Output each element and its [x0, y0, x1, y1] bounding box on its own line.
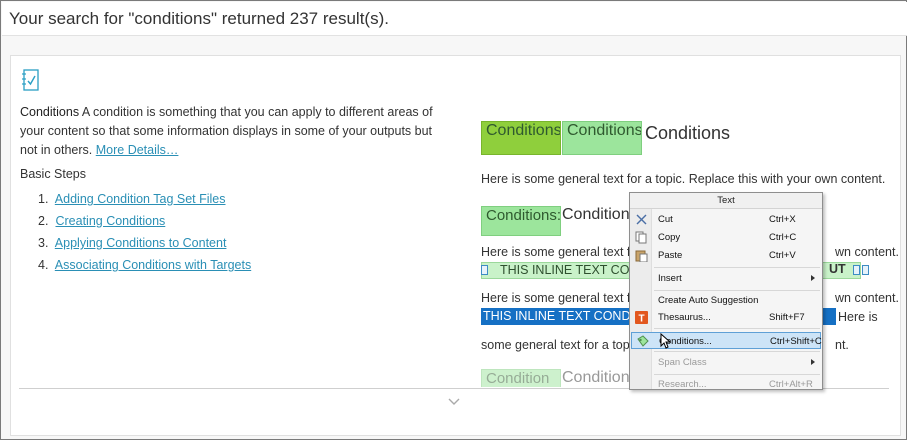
menu-item-shortcut: Shift+F7	[769, 312, 805, 323]
mouse-pointer-icon	[660, 333, 672, 349]
basic-steps-heading: Basic Steps	[20, 167, 87, 181]
condition-block-tag: Conditions:chara	[481, 206, 561, 236]
search-summary-text: Your search for "conditions" returned 23…	[9, 9, 389, 28]
menu-separator	[654, 267, 820, 268]
chevron-down-icon[interactable]	[447, 397, 461, 407]
step-link[interactable]: Associating Conditions with Targets	[55, 258, 251, 272]
menu-item-copy[interactable]: Copy Ctrl+C	[631, 229, 821, 246]
step-number: 1.	[38, 192, 49, 206]
menu-item-shortcut: Ctrl+Alt+R	[769, 379, 813, 390]
step-number: 2.	[38, 214, 49, 228]
inline-condition-label: THIS INLINE TEXT CON	[500, 263, 639, 277]
paste-icon	[635, 250, 648, 262]
preview-paragraph: wn content.	[835, 291, 899, 305]
search-results-window: Your search for "conditions" returned 23…	[0, 0, 907, 440]
more-details-link[interactable]: More Details…	[96, 143, 179, 157]
preview-paragraph: Here is	[838, 310, 878, 324]
menu-item-shortcut: Ctrl+V	[769, 250, 796, 261]
conditions-icon	[637, 335, 649, 347]
menu-item-shortcut: Ctrl+Shift+C	[770, 336, 822, 347]
menu-item-shortcut: Ctrl+C	[769, 232, 797, 243]
submenu-arrow-icon	[811, 359, 815, 365]
result-description: Conditions A condition is something that…	[20, 103, 450, 160]
menu-separator	[654, 290, 820, 291]
menu-separator	[654, 351, 820, 352]
text-context-menu: Text Cut Ctrl+X Copy Ctrl+C Paste Ctrl+V…	[629, 192, 823, 390]
menu-item-thesaurus[interactable]: T Thesaurus... Shift+F7	[631, 309, 821, 326]
menu-item-label: Paste	[658, 250, 683, 261]
result-term: Conditions	[20, 105, 80, 119]
thesaurus-icon: T	[635, 311, 648, 324]
menu-item-research[interactable]: Research... Ctrl+Alt+R	[631, 376, 821, 390]
preview-paragraph: Here is some general text for a topic. R…	[481, 172, 886, 186]
preview-heading: Conditione	[562, 206, 639, 223]
selected-text-label: THIS INLINE TEXT CONDI	[483, 309, 634, 323]
condition-block-tag: Condition	[481, 369, 561, 387]
menu-item-label: Span Class	[658, 357, 707, 368]
step-number: 4.	[38, 258, 49, 272]
menu-item-paste[interactable]: Paste Ctrl+V	[631, 247, 821, 264]
preview-heading: Conditions	[645, 123, 731, 143]
menu-item-label: Insert	[658, 273, 682, 284]
step-number: 3.	[38, 236, 49, 250]
menu-item-create-auto-suggestion[interactable]: Create Auto Suggestion	[631, 292, 821, 309]
step-link[interactable]: Adding Condition Tag Set Files	[55, 192, 226, 206]
condition-tag-marker	[862, 265, 869, 275]
preview-paragraph: some general text for a topic	[481, 338, 639, 352]
copy-icon	[635, 231, 647, 244]
menu-item-label: Research...	[658, 379, 707, 390]
menu-item-label: Create Auto Suggestion	[658, 295, 759, 306]
submenu-arrow-icon	[811, 275, 815, 281]
list-item: 4. Associating Conditions with Targets	[38, 254, 251, 276]
menu-item-cut[interactable]: Cut Ctrl+X	[631, 211, 821, 228]
topic-checklist-icon	[22, 69, 39, 91]
menu-item-span-class[interactable]: Span Class	[631, 354, 821, 371]
search-summary-bar: Your search for "conditions" returned 23…	[2, 2, 907, 36]
list-item: 3. Applying Conditions to Content	[38, 232, 251, 254]
context-menu-title: Text	[630, 193, 822, 209]
condition-tag-marker	[853, 265, 860, 275]
svg-text:T: T	[638, 314, 644, 325]
menu-item-label: Copy	[658, 232, 681, 243]
inline-condition-end: UT	[829, 262, 846, 276]
preview-paragraph: wn content.	[835, 245, 899, 259]
preview-paragraph: nt.	[835, 338, 849, 352]
menu-item-insert[interactable]: Insert	[631, 270, 821, 287]
condition-block-tag: ConditionsBlo	[481, 121, 561, 155]
menu-item-label: Cut	[658, 214, 673, 225]
condition-tag-marker	[481, 265, 488, 275]
step-link[interactable]: Applying Conditions to Content	[55, 236, 227, 250]
list-item: 1. Adding Condition Tag Set Files	[38, 188, 251, 210]
menu-item-shortcut: Ctrl+X	[769, 214, 796, 225]
menu-item-label: Thesaurus...	[658, 312, 711, 323]
list-item: 2. Creating Conditions	[38, 210, 251, 232]
menu-separator	[654, 374, 820, 375]
basic-steps-list: 1. Adding Condition Tag Set Files 2. Cre…	[38, 188, 251, 276]
condition-block-tag: Conditions	[562, 121, 642, 155]
preview-paragraph: Here is some general text fo	[481, 245, 638, 259]
preview-paragraph: Here is some general text fo	[481, 291, 638, 305]
step-link[interactable]: Creating Conditions	[55, 214, 165, 228]
result-description-text: A condition is something that you can ap…	[20, 105, 433, 157]
preview-heading: Conditions	[562, 369, 638, 386]
scissors-icon	[636, 214, 647, 225]
menu-separator	[654, 328, 820, 329]
